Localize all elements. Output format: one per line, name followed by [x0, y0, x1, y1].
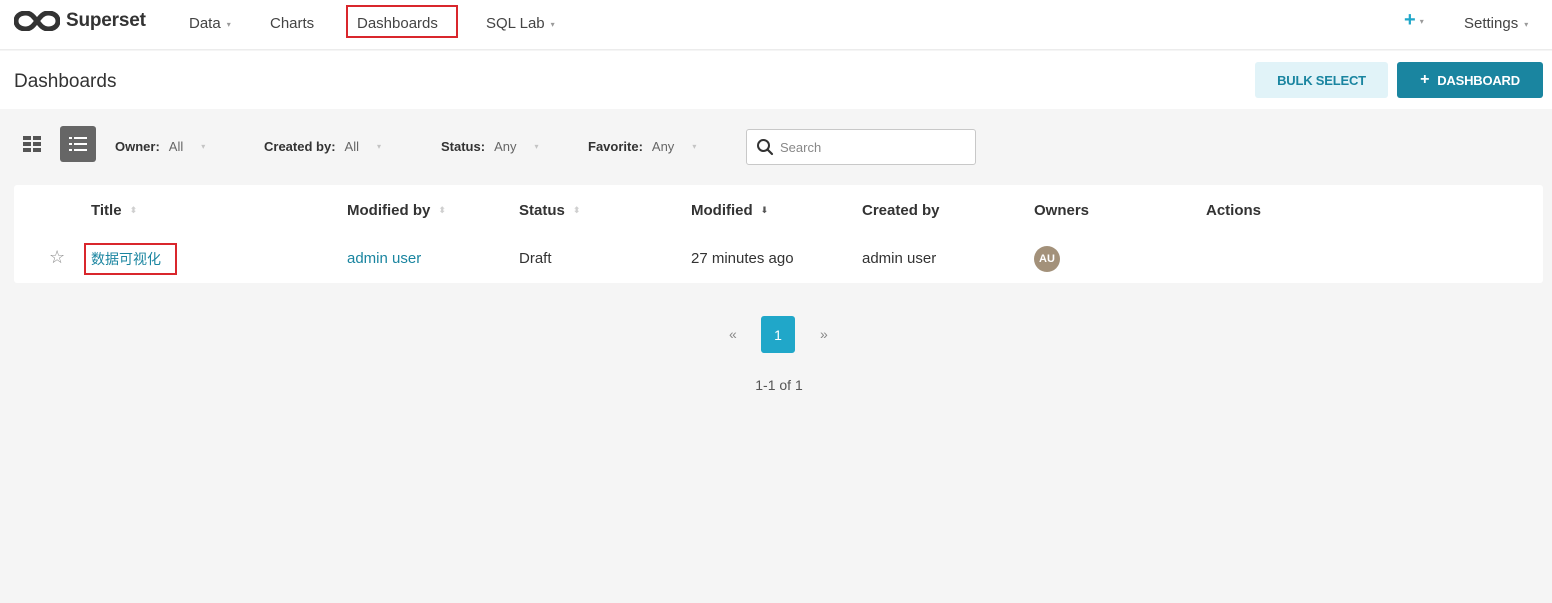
chevron-down-icon: ▾: [1524, 19, 1529, 29]
previous-page-button[interactable]: «: [729, 326, 737, 342]
nav-dashboards-link[interactable]: Dashboards: [357, 12, 438, 34]
search-icon: [757, 139, 774, 156]
dashboard-title-text: 数据可视化: [91, 252, 161, 268]
list-view-icon: [69, 137, 87, 151]
chevron-down-icon: ▾: [1419, 16, 1424, 26]
column-header-title-label: Title: [91, 202, 122, 219]
favorite-filter[interactable]: Favorite: Any ▾: [588, 139, 696, 154]
next-page-button[interactable]: »: [820, 326, 828, 342]
created-by-filter[interactable]: Created by: All ▾: [264, 139, 381, 154]
created-by-filter-label: Created by:: [264, 139, 336, 154]
chevron-down-icon: ▾: [226, 19, 231, 29]
dashboards-table: Title ⬍ Modified by ⬍ Status ⬍ Modified …: [14, 185, 1543, 283]
favorite-star-icon[interactable]: ☆: [49, 247, 65, 268]
chevron-down-icon: ▾: [534, 142, 539, 151]
chevron-down-icon: ▾: [201, 142, 206, 151]
nav-charts-link[interactable]: Charts: [270, 12, 314, 34]
sort-icon: ⬍: [438, 205, 446, 215]
sort-icon: ⬍: [129, 205, 138, 215]
column-header-modified[interactable]: Modified ⬇: [691, 202, 768, 219]
column-header-owners: Owners: [1034, 202, 1090, 219]
modified-cell: 27 minutes ago: [691, 250, 794, 267]
sort-descending-icon: ⬇: [760, 205, 769, 215]
search-input[interactable]: [780, 139, 970, 155]
list-view-toggle[interactable]: [60, 126, 96, 162]
nav-sql-lab-label: SQL Lab: [486, 14, 545, 32]
favorite-filter-label: Favorite:: [588, 139, 643, 154]
owner-filter-label: Owner:: [115, 139, 160, 154]
status-filter-label: Status:: [441, 139, 486, 154]
top-navbar: Superset Data ▾ Charts Dashboards SQL La…: [0, 0, 1552, 50]
settings-menu[interactable]: Settings ▾: [1464, 12, 1528, 34]
brand[interactable]: Superset: [14, 8, 146, 34]
favorite-filter-value: Any: [651, 139, 675, 154]
nav-data-menu[interactable]: Data ▾: [189, 12, 231, 34]
status-cell: Draft: [519, 250, 552, 267]
column-header-title[interactable]: Title ⬍: [91, 202, 137, 219]
nav-sql-lab-menu[interactable]: SQL Lab ▾: [486, 12, 555, 34]
column-header-status-label: Status: [519, 202, 565, 219]
avatar[interactable]: AU: [1034, 246, 1060, 272]
status-filter[interactable]: Status: Any ▾: [441, 139, 538, 154]
new-item-menu[interactable]: + ▾: [1404, 9, 1424, 31]
nav-charts-label: Charts: [270, 14, 315, 32]
plus-icon: +: [1404, 8, 1416, 31]
pagination-count: 1-1 of 1: [755, 377, 803, 393]
column-header-actions: Actions: [1206, 202, 1262, 219]
chevron-down-icon: ▾: [376, 142, 381, 151]
dashboard-title-link[interactable]: 数据可视化: [84, 243, 177, 275]
search-box: [746, 129, 976, 165]
bulk-select-button[interactable]: BULK SELECT: [1255, 62, 1388, 98]
created-by-filter-value: All: [344, 139, 359, 154]
settings-label: Settings: [1464, 14, 1519, 32]
sort-icon: ⬍: [572, 205, 581, 215]
nav-dashboards-label: Dashboards: [357, 14, 438, 32]
brand-name: Superset: [66, 10, 146, 31]
column-header-modified-by-label: Modified by: [347, 202, 431, 219]
add-dashboard-button[interactable]: + DASHBOARD: [1397, 62, 1543, 98]
page-header: Dashboards BULK SELECT + DASHBOARD: [0, 51, 1552, 109]
owner-filter[interactable]: Owner: All ▾: [115, 139, 205, 154]
pagination: « 1 »: [0, 316, 1552, 354]
column-header-status[interactable]: Status ⬍: [519, 202, 580, 219]
status-filter-value: Any: [494, 139, 517, 154]
nav-data-label: Data: [189, 14, 221, 32]
chevron-down-icon: ▾: [550, 19, 555, 29]
column-header-modified-by[interactable]: Modified by ⬍: [347, 202, 446, 219]
chevron-down-icon: ▾: [692, 142, 697, 151]
superset-logo-icon: [14, 11, 60, 31]
grid-view-icon: [23, 136, 41, 152]
column-header-created-by: Created by: [862, 202, 940, 219]
owner-filter-value: All: [168, 139, 184, 154]
created-by-cell: admin user: [862, 250, 937, 267]
page-title: Dashboards: [14, 71, 117, 92]
plus-icon: +: [1420, 71, 1430, 88]
add-dashboard-label: DASHBOARD: [1437, 72, 1520, 88]
page-button-current[interactable]: 1: [761, 316, 795, 353]
modified-by-link[interactable]: admin user: [347, 250, 421, 267]
filter-bar: Owner: All ▾ Created by: All ▾ Status: A…: [0, 109, 1552, 185]
column-header-modified-label: Modified: [691, 202, 753, 219]
card-view-toggle[interactable]: [14, 126, 50, 162]
